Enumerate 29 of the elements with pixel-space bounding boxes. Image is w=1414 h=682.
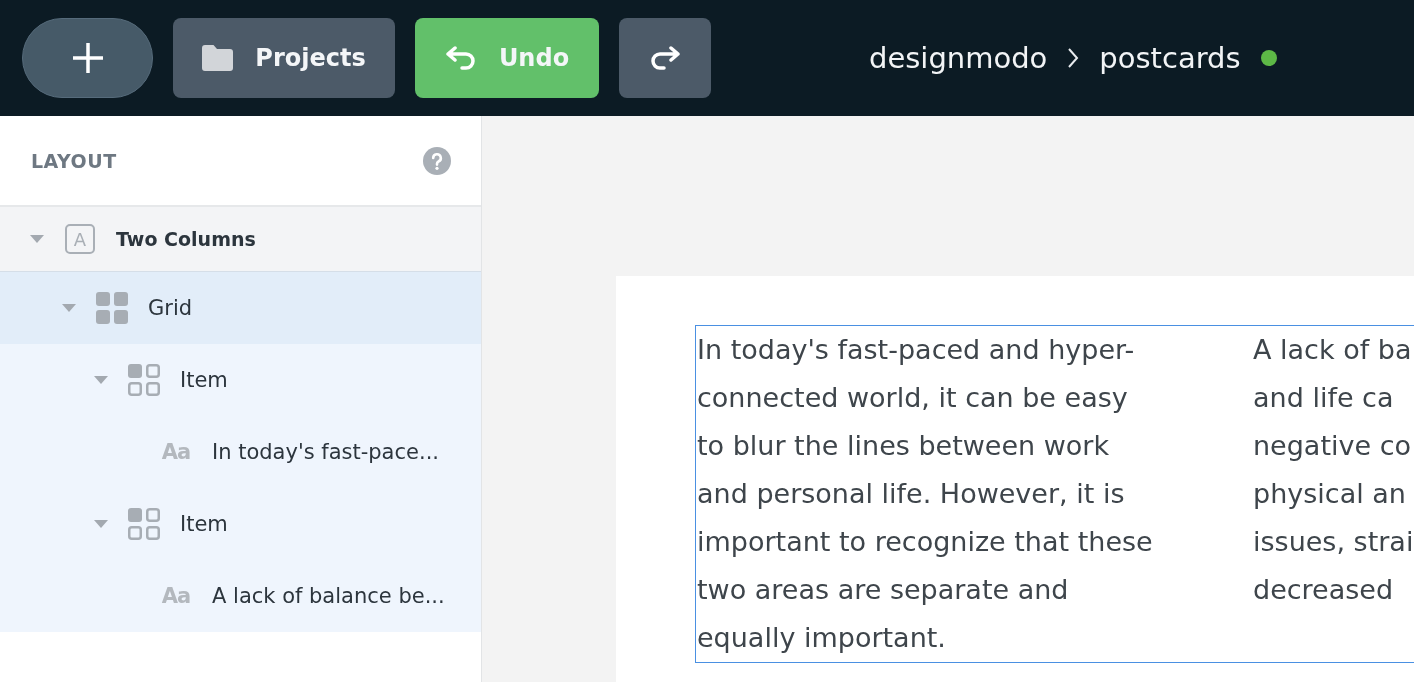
tree-item[interactable]: Aa A lack of balance be... bbox=[0, 560, 481, 632]
caret-icon[interactable] bbox=[94, 520, 108, 528]
redo-icon bbox=[649, 46, 681, 70]
tree-item[interactable]: Grid bbox=[0, 272, 481, 344]
tree-item[interactable]: Item bbox=[0, 488, 481, 560]
panel-title: LAYOUT bbox=[31, 149, 117, 172]
folder-icon bbox=[202, 45, 234, 71]
grid-icon bbox=[96, 292, 128, 324]
caret-icon[interactable] bbox=[30, 235, 44, 243]
grid-item-icon bbox=[128, 508, 160, 540]
tree-item[interactable]: A Two Columns bbox=[0, 207, 481, 272]
caret-icon[interactable] bbox=[62, 304, 76, 312]
breadcrumb-current: postcards bbox=[1099, 41, 1241, 75]
text-type-icon: Aa bbox=[160, 580, 192, 612]
caret-icon[interactable] bbox=[94, 376, 108, 384]
redo-button[interactable] bbox=[619, 18, 711, 98]
breadcrumb-link[interactable]: designmodo bbox=[869, 41, 1048, 75]
boxed-letter-icon: A bbox=[65, 224, 95, 254]
tree-item[interactable]: Item bbox=[0, 344, 481, 416]
paragraph: A lack of ba and life ca negative co physical an issues, strai decreased bbox=[1253, 333, 1414, 607]
chevron-icon bbox=[1067, 47, 1080, 69]
grid-item-icon bbox=[128, 364, 160, 396]
text-type-icon: Aa bbox=[160, 436, 192, 468]
plus-icon bbox=[71, 42, 104, 74]
tree-item[interactable]: Aa In today's fast-pace... bbox=[0, 416, 481, 488]
undo-icon bbox=[444, 46, 477, 70]
help-icon[interactable] bbox=[423, 146, 451, 175]
projects-button[interactable]: Projects bbox=[173, 18, 395, 98]
paragraph: In today's fast-paced and hyper- connected world, it can be easy to blur the lines between work and personal life. However, it is important to recognize that these two areas are separate and equally important. bbox=[697, 333, 1154, 655]
